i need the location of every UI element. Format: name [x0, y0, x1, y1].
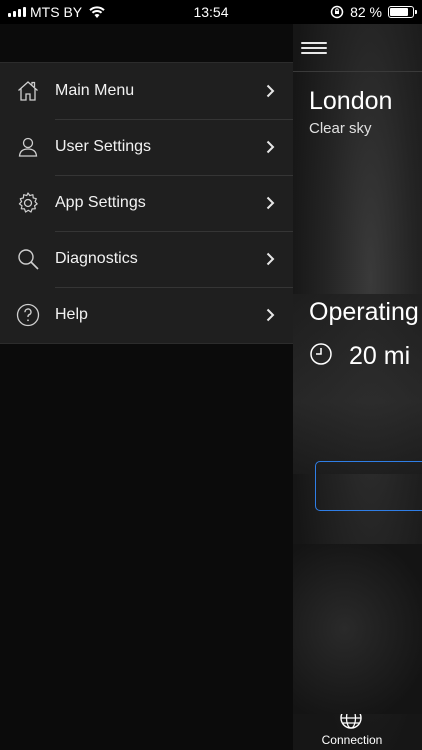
weather-status: Clear sky	[309, 120, 372, 137]
chevron-right-icon	[266, 140, 275, 154]
help-icon	[16, 303, 40, 327]
chevron-right-icon	[266, 196, 275, 210]
menu-item-diagnostics[interactable]: Diagnostics	[0, 231, 293, 287]
bottom-nav-divider	[293, 692, 422, 693]
battery-fill	[390, 8, 409, 16]
main-screen: London Clear sky Operating 20 mi Connect…	[293, 24, 422, 750]
city-name: London	[309, 87, 393, 115]
chevron-right-icon	[266, 252, 275, 266]
menu-item-label: User Settings	[55, 138, 152, 155]
menu-item-label: Main Menu	[55, 82, 135, 99]
operating-heading: Operating	[309, 298, 419, 326]
user-icon	[18, 137, 38, 157]
side-drawer: Main Menu User Settings App Settings Dia…	[0, 24, 293, 750]
bottom-nav-connection[interactable]: Connection	[305, 733, 399, 747]
action-button[interactable]	[315, 461, 422, 511]
clock-icon	[310, 343, 332, 365]
rotation-lock-icon	[330, 5, 344, 19]
chevron-right-icon	[266, 84, 275, 98]
menu-item-user-settings[interactable]: User Settings	[0, 119, 293, 175]
menu-item-label: Help	[55, 306, 88, 323]
status-right: 82 %	[330, 4, 417, 20]
menu-item-help[interactable]: Help	[0, 287, 293, 343]
topbar-divider	[293, 71, 422, 72]
menu-item-main-menu[interactable]: Main Menu	[0, 63, 293, 119]
status-bar: MTS BY 13:54 82 %	[0, 0, 422, 24]
search-icon	[18, 249, 39, 270]
operating-duration: 20 mi	[349, 342, 411, 370]
gear-icon	[18, 192, 38, 213]
menu-item-label: App Settings	[55, 194, 146, 211]
battery-icon	[388, 6, 417, 18]
battery-percent: 82 %	[350, 4, 382, 20]
menu-item-app-settings[interactable]: App Settings	[0, 175, 293, 231]
app-screen: MTS BY 13:54 82 % London Clear sky Opera…	[0, 0, 422, 750]
globe-icon[interactable]	[339, 706, 363, 730]
hamburger-menu-icon[interactable]	[301, 42, 327, 54]
home-icon	[18, 81, 38, 101]
drawer-header	[0, 24, 293, 62]
drawer-menu: Main Menu User Settings App Settings Dia…	[0, 62, 293, 344]
menu-item-label: Diagnostics	[55, 250, 138, 267]
chevron-right-icon	[266, 308, 275, 322]
